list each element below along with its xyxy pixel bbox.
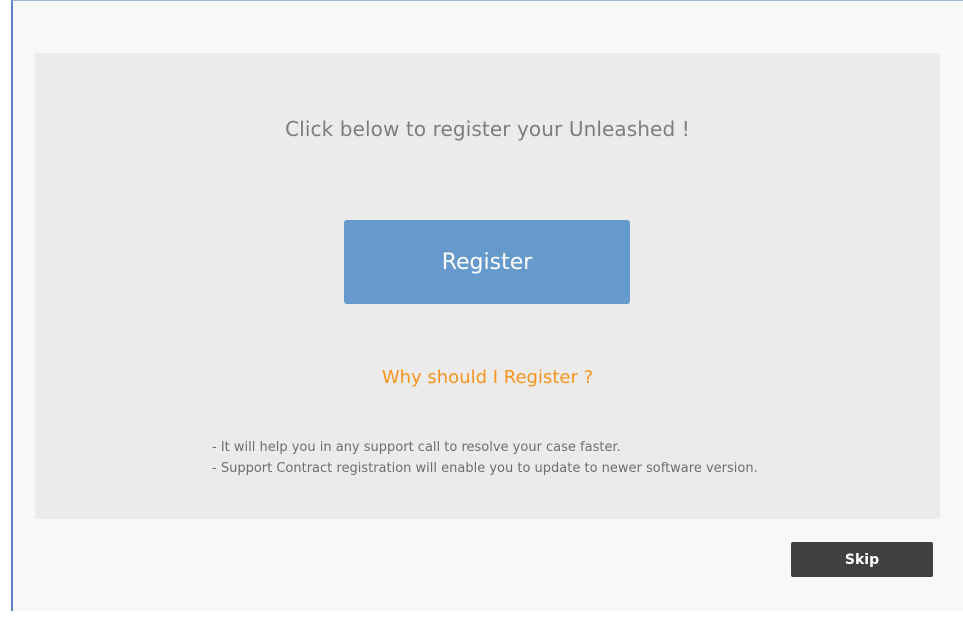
reasons-list: - It will help you in any support call t… <box>212 437 758 479</box>
reason-item: - It will help you in any support call t… <box>212 440 621 455</box>
registration-panel: Click below to register your Unleashed !… <box>35 53 940 519</box>
register-button[interactable]: Register <box>344 220 630 304</box>
registration-heading: Click below to register your Unleashed ! <box>285 117 690 141</box>
why-register-link[interactable]: Why should I Register ? <box>35 367 940 388</box>
skip-button[interactable]: Skip <box>791 542 933 577</box>
reason-item: - Support Contract registration will ena… <box>212 461 758 476</box>
registration-window: Click below to register your Unleashed !… <box>11 0 963 611</box>
